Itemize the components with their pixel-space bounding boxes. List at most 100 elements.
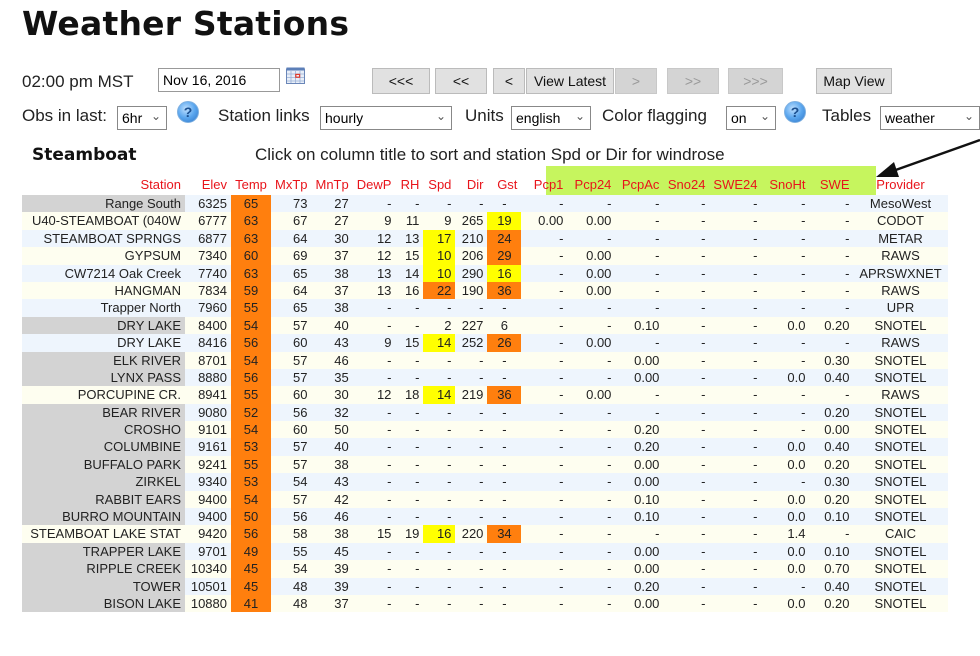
nav-forward-1-button[interactable]: > — [615, 68, 657, 94]
station-links-select[interactable]: hourly ⌄ — [320, 106, 452, 130]
spd-cell[interactable]: - — [423, 490, 456, 509]
station-name-cell[interactable]: COLUMBINE — [22, 438, 185, 456]
spd-cell[interactable]: - — [423, 508, 456, 526]
dir-cell[interactable]: - — [455, 594, 488, 613]
station-name-cell[interactable]: DRY LAKE — [22, 316, 185, 335]
spd-cell[interactable]: 10 — [423, 264, 456, 282]
help-icon[interactable]: ? — [177, 101, 199, 123]
column-header-prov[interactable]: Provider — [854, 174, 948, 195]
spd-cell[interactable]: 17 — [423, 229, 456, 248]
station-name-cell[interactable]: GYPSUM — [22, 247, 185, 265]
spd-cell[interactable]: - — [423, 455, 456, 474]
station-name-cell[interactable]: STEAMBOAT LAKE STAT — [22, 525, 185, 543]
column-header-swe[interactable]: SWE — [810, 174, 854, 195]
station-name-cell[interactable]: STEAMBOAT SPRNGS — [22, 229, 185, 248]
tables-select[interactable]: weather ⌄ — [880, 106, 980, 130]
dir-cell[interactable]: 227 — [455, 316, 488, 335]
spd-cell[interactable]: 10 — [423, 247, 456, 265]
station-name-cell[interactable]: HANGMAN — [22, 281, 185, 300]
units-select[interactable]: english ⌄ — [511, 106, 591, 130]
column-header-pcp24[interactable]: Pcp24 — [567, 174, 615, 195]
column-header-elev[interactable]: Elev — [185, 174, 231, 195]
column-header-mntp[interactable]: MnTp — [312, 174, 353, 195]
nav-back-3-button[interactable]: <<< — [372, 68, 430, 94]
column-header-spd[interactable]: Spd — [423, 174, 455, 195]
station-name-cell[interactable]: Range South — [22, 195, 185, 213]
spd-cell[interactable]: - — [423, 421, 456, 439]
nav-back-1-button[interactable]: < — [493, 68, 525, 94]
station-name-cell[interactable]: TOWER — [22, 577, 185, 595]
spd-cell[interactable]: 2 — [423, 316, 456, 335]
dir-cell[interactable]: 190 — [455, 281, 488, 300]
column-header-gst[interactable]: Gst — [487, 174, 521, 195]
station-name-cell[interactable]: RIPPLE CREEK — [22, 560, 185, 578]
dir-cell[interactable]: 219 — [455, 386, 488, 404]
dir-cell[interactable]: - — [455, 368, 488, 387]
dir-cell[interactable]: 252 — [455, 334, 488, 352]
spd-cell[interactable]: - — [423, 560, 456, 578]
nav-back-2-button[interactable]: << — [435, 68, 487, 94]
station-name-cell[interactable]: BISON LAKE — [22, 594, 185, 613]
station-name-cell[interactable]: ELK RIVER — [22, 351, 185, 369]
station-name-cell[interactable]: U40-STEAMBOAT (040W — [22, 212, 185, 230]
spd-cell[interactable]: - — [423, 438, 456, 456]
nav-forward-2-button[interactable]: >> — [667, 68, 719, 94]
date-input[interactable] — [158, 68, 280, 92]
dir-cell[interactable]: - — [455, 473, 488, 491]
station-name-cell[interactable]: TRAPPER LAKE — [22, 542, 185, 561]
spd-cell[interactable]: - — [423, 299, 456, 317]
station-name-cell[interactable]: ZIRKEL — [22, 473, 185, 491]
calendar-icon[interactable] — [286, 67, 305, 84]
spd-cell[interactable]: - — [423, 473, 456, 491]
spd-cell[interactable]: - — [423, 351, 456, 369]
station-name-cell[interactable]: CW7214 Oak Creek — [22, 264, 185, 282]
spd-cell[interactable]: 9 — [423, 212, 456, 230]
spd-cell[interactable]: - — [423, 403, 456, 422]
station-name-cell[interactable]: BUFFALO PARK — [22, 455, 185, 474]
column-header-snoht[interactable]: SnoHt — [762, 174, 810, 195]
view-latest-button[interactable]: View Latest — [526, 68, 614, 94]
dir-cell[interactable]: 210 — [455, 229, 488, 248]
station-name-cell[interactable]: DRY LAKE — [22, 334, 185, 352]
station-name-cell[interactable]: PORCUPINE CR. — [22, 386, 185, 404]
dir-cell[interactable]: - — [455, 299, 488, 317]
dir-cell[interactable]: - — [455, 403, 488, 422]
dir-cell[interactable]: - — [455, 195, 488, 213]
column-header-station[interactable]: Station — [22, 174, 185, 195]
spd-cell[interactable]: - — [423, 368, 456, 387]
color-flagging-select[interactable]: on ⌄ — [726, 106, 776, 130]
column-header-pcpac[interactable]: PcpAc — [615, 174, 663, 195]
column-header-dir[interactable]: Dir — [455, 174, 487, 195]
station-name-cell[interactable]: BURRO MOUNTAIN — [22, 508, 185, 526]
dir-cell[interactable]: - — [455, 351, 488, 369]
dir-cell[interactable]: 290 — [455, 264, 488, 282]
station-name-cell[interactable]: Trapper North — [22, 299, 185, 317]
column-header-pcp1[interactable]: Pcp1 — [521, 174, 567, 195]
obs-select[interactable]: 6hr ⌄ — [117, 106, 167, 130]
column-header-temp[interactable]: Temp — [231, 174, 271, 195]
spd-cell[interactable]: - — [423, 542, 456, 561]
dir-cell[interactable]: - — [455, 438, 488, 456]
dir-cell[interactable]: - — [455, 560, 488, 578]
spd-cell[interactable]: 14 — [423, 386, 456, 404]
dir-cell[interactable]: - — [455, 508, 488, 526]
spd-cell[interactable]: - — [423, 195, 456, 213]
station-name-cell[interactable]: BEAR RIVER — [22, 403, 185, 422]
column-header-dewp[interactable]: DewP — [353, 174, 396, 195]
spd-cell[interactable]: 22 — [423, 281, 456, 300]
dir-cell[interactable]: - — [455, 577, 488, 595]
station-name-cell[interactable]: RABBIT EARS — [22, 490, 185, 509]
dir-cell[interactable]: 220 — [455, 525, 488, 543]
spd-cell[interactable]: 16 — [423, 525, 456, 543]
station-name-cell[interactable]: CROSHO — [22, 421, 185, 439]
nav-forward-3-button[interactable]: >>> — [728, 68, 783, 94]
column-header-swe24[interactable]: SWE24 — [709, 174, 761, 195]
dir-cell[interactable]: - — [455, 490, 488, 509]
column-header-rh[interactable]: RH — [395, 174, 423, 195]
spd-cell[interactable]: - — [423, 594, 456, 613]
dir-cell[interactable]: 265 — [455, 212, 488, 230]
dir-cell[interactable]: - — [455, 542, 488, 561]
station-name-cell[interactable]: LYNX PASS — [22, 368, 185, 387]
map-view-button[interactable]: Map View — [816, 68, 892, 94]
spd-cell[interactable]: - — [423, 577, 456, 595]
